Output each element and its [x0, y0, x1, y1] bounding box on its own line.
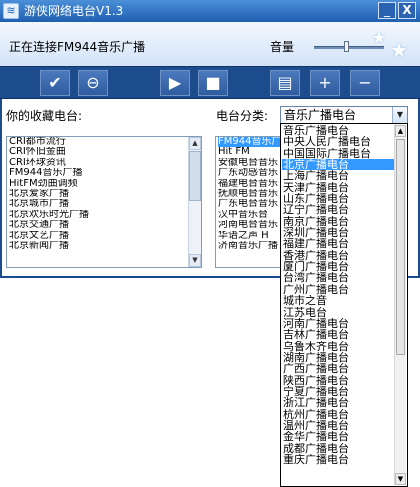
favorite-station-item[interactable]: 北京新闻广播 [9, 241, 187, 251]
title-bar[interactable]: ≋ 游侠网络电台V1.3 _ X [0, 0, 420, 22]
category-option[interactable]: 陕西广播电台 [282, 375, 394, 386]
favorite-remove-button[interactable]: ⊖ [78, 70, 108, 96]
station-item[interactable]: 安徽电台音乐 [218, 158, 280, 168]
station-item[interactable]: 汉中音乐台 [218, 210, 280, 220]
category-option[interactable]: 城市之音 [282, 295, 394, 306]
remove-button[interactable]: − [350, 70, 380, 96]
category-select-value: 音乐广播电台 [284, 108, 357, 122]
volume-slider-thumb[interactable] [343, 41, 349, 52]
stop-button[interactable]: ■ [198, 70, 228, 96]
station-item[interactable]: 广东电台音乐 [218, 199, 280, 209]
category-option[interactable]: 湖南广播电台 [282, 352, 394, 363]
favorites-label: 你的收藏电台: [6, 109, 83, 123]
category-option[interactable]: 广西广播电台 [282, 363, 394, 374]
category-option[interactable]: 河南广播电台 [282, 318, 394, 329]
play-button[interactable]: ▶ [160, 70, 190, 96]
category-label: 电台分类: [216, 109, 269, 123]
volume-label: 音量 [270, 40, 295, 54]
toolbar: ✔ ⊖ ▶ ■ ▤ + − [0, 66, 420, 99]
favorite-station-item[interactable]: CRI都市流行 [9, 137, 187, 147]
station-item[interactable]: 华语之声 H [218, 231, 280, 241]
document-button[interactable]: ▤ [270, 70, 300, 96]
status-bar: 正在连接FM944音乐广播 音量 ★ ★ [0, 22, 420, 66]
window-title: 游侠网络电台V1.3 [24, 4, 124, 18]
category-option[interactable]: 重庆广播电台 [282, 454, 394, 465]
stations-list[interactable]: FM944音乐广播Hit FM安徽电台音乐广东动感音乐福建电台音乐抚顺电台音乐广… [215, 136, 281, 268]
scroll-down-icon[interactable]: ▼ [189, 254, 201, 267]
category-option[interactable]: 乌鲁木齐电台 [282, 341, 394, 352]
dropdown-scrollbar[interactable]: ▲ ▼ [394, 125, 406, 485]
favorite-station-item[interactable]: 北京交通广播 [9, 220, 187, 230]
category-select[interactable]: 音乐广播电台 ▼ [280, 106, 408, 124]
category-option[interactable]: 中国国际广播电台 [282, 148, 394, 159]
category-option[interactable]: 深圳广播电台 [282, 227, 394, 238]
favorite-station-item[interactable]: 北京文艺广播 [9, 231, 187, 241]
category-option[interactable]: 音乐广播电台 [282, 125, 394, 136]
scroll-thumb[interactable] [189, 151, 201, 201]
category-option[interactable]: 浙江广播电台 [282, 397, 394, 408]
favorite-station-item[interactable]: CRI环球资讯 [9, 158, 187, 168]
radio-icon: ≋ [3, 3, 19, 19]
category-option[interactable]: 温州广播电台 [282, 420, 394, 431]
minimize-button[interactable]: _ [378, 2, 396, 19]
category-dropdown[interactable]: 音乐广播电台 中央人民广播电台 中国国际广播电台 北京广播电台 上海广播电台 天津广播电台… [280, 123, 408, 487]
station-item[interactable]: 济南音乐广播 [218, 241, 280, 251]
category-option[interactable]: 香港广播电台 [282, 250, 394, 261]
station-item[interactable]: 河南电台音乐 [218, 220, 280, 230]
close-button[interactable]: X [398, 2, 416, 19]
category-option[interactable]: 南京广播电台 [282, 216, 394, 227]
app-window: ≋ 游侠网络电台V1.3 _ X 正在连接FM944音乐广播 音量 ★ ★ ✔ … [0, 0, 420, 487]
station-item[interactable]: 福建电台音乐 [218, 179, 280, 189]
favorite-station-item[interactable]: 北京爱家广播 [9, 189, 187, 199]
category-option[interactable]: 吉林广播电台 [282, 329, 394, 340]
station-item[interactable]: FM944音乐广播 [218, 137, 280, 148]
category-option[interactable]: 成都广播电台 [282, 443, 394, 454]
scroll-up-icon[interactable]: ▲ [189, 137, 201, 150]
star-icon: ★ [390, 38, 408, 62]
category-option[interactable]: 山东广播电台 [282, 193, 394, 204]
favorite-station-item[interactable]: CRI怀旧金曲 [9, 147, 187, 157]
station-item[interactable]: Hit FM [218, 147, 280, 157]
station-item[interactable]: 广东动感音乐 [218, 168, 280, 178]
category-option[interactable]: 北京广播电台 [282, 159, 394, 171]
category-option[interactable]: 厦门广播电台 [282, 261, 394, 272]
category-option[interactable]: 台湾广播电台 [282, 272, 394, 283]
scroll-thumb[interactable] [396, 139, 405, 355]
star-icon: ★ [372, 28, 387, 47]
category-option[interactable]: 宁夏广播电台 [282, 386, 394, 397]
favorite-add-button[interactable]: ✔ [40, 70, 70, 96]
category-option[interactable]: 广州广播电台 [282, 284, 394, 295]
favorite-station-item[interactable]: 北京欢乐时光广播 [9, 210, 187, 220]
scroll-down-icon[interactable]: ▼ [395, 473, 406, 485]
category-option[interactable]: 江苏电台 [282, 307, 394, 318]
category-option[interactable]: 金华广播电台 [282, 431, 394, 442]
category-option[interactable]: 中央人民广播电台 [282, 136, 394, 147]
category-option[interactable]: 上海广播电台 [282, 170, 394, 181]
chevron-down-icon[interactable]: ▼ [392, 107, 407, 123]
category-option[interactable]: 福建广播电台 [282, 238, 394, 249]
favorites-scrollbar[interactable]: ▲ ▼ [188, 137, 201, 267]
favorite-station-item[interactable]: 北京城市广播 [9, 199, 187, 209]
station-item[interactable]: 抚顺电台音乐 [218, 189, 280, 199]
connection-status: 正在连接FM944音乐广播 [9, 40, 146, 54]
add-button[interactable]: + [310, 70, 340, 96]
favorite-station-item[interactable]: HitFM劲曲调频 [9, 179, 187, 189]
category-option[interactable]: 杭州广播电台 [282, 409, 394, 420]
scroll-up-icon[interactable]: ▲ [395, 125, 406, 137]
favorite-station-item[interactable]: FM944音乐广播 [9, 168, 187, 178]
category-option[interactable]: 天津广播电台 [282, 182, 394, 193]
category-option[interactable]: 辽宁广播电台 [282, 204, 394, 215]
favorites-list[interactable]: CRI都市流行 CRI怀旧金曲 CRI环球资讯 FM944音乐广播 HitFM劲曲调频北… [6, 136, 202, 268]
